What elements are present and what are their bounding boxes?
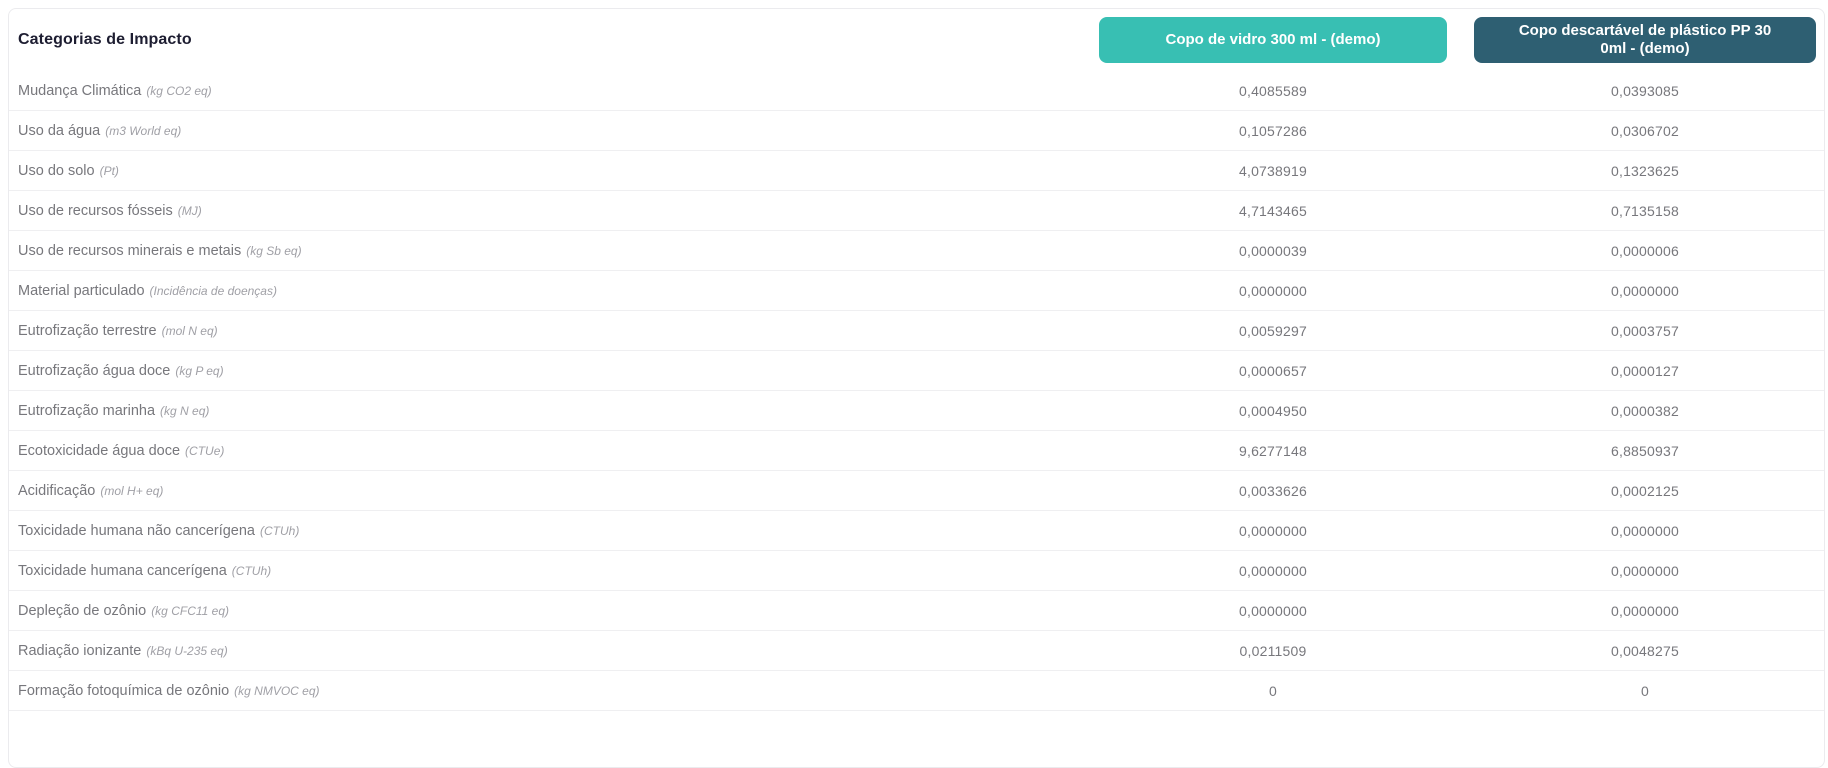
impact-category-unit: (Incidência de doenças) xyxy=(149,283,277,298)
impact-category-unit: (m3 World eq) xyxy=(105,123,182,138)
impact-category-unit: (Pt) xyxy=(99,163,119,178)
impact-category-label: Radiação ionizante xyxy=(18,642,142,659)
impact-category-label: Eutrofização água doce xyxy=(18,362,171,379)
product-1-value: 0,1057286 xyxy=(1239,122,1307,139)
impact-category-label: Toxicidade humana não cancerígena xyxy=(18,522,255,539)
product-2-value: 0,0000006 xyxy=(1611,242,1679,259)
impact-category-unit: (kg P eq) xyxy=(175,363,224,378)
impact-category-label: Ecotoxicidade água doce xyxy=(18,442,181,459)
product-2-value: 0,0002125 xyxy=(1611,482,1679,499)
impact-category-unit: (kg NMVOC eq) xyxy=(234,683,320,698)
product-1-value: 0,0000039 xyxy=(1239,242,1307,259)
product-1-value: 0,0000000 xyxy=(1239,282,1307,299)
product-2-value: 0,0048275 xyxy=(1611,642,1679,659)
impact-category-label: Eutrofização marinha xyxy=(18,402,156,419)
impact-category-label: Uso do solo xyxy=(18,162,95,179)
impact-category-label: Uso da água xyxy=(18,122,101,139)
impact-table-row: Uso de recursos minerais e metais (kg Sb … xyxy=(9,231,1824,271)
product-2-value: 0,0393085 xyxy=(1611,82,1679,99)
impact-category-label: Eutrofização terrestre xyxy=(18,322,157,339)
table-header-row: Categorias de Impacto Copo de vidro 300 … xyxy=(9,9,1824,71)
impact-category-unit: (CTUe) xyxy=(185,443,225,458)
product-1-value: 0,0033626 xyxy=(1239,482,1307,499)
product-2-value: 0 xyxy=(1641,682,1649,699)
product-column-button-1[interactable]: Copo de vidro 300 ml - (demo) xyxy=(1099,17,1447,63)
product-1-value: 0,0000000 xyxy=(1239,602,1307,619)
impact-category-unit: (mol H+ eq) xyxy=(100,483,164,498)
impact-table-row: Toxicidade humana cancerígena (CTUh) 0,00… xyxy=(9,551,1824,591)
impact-category-unit: (MJ) xyxy=(177,203,202,218)
impact-category-unit: (CTUh) xyxy=(260,523,300,538)
impact-categories-title: Categorias de Impacto xyxy=(18,31,192,48)
impact-table-row: Eutrofização água doce (kg P eq) 0,000065… xyxy=(9,351,1824,391)
impact-table-row: Ecotoxicidade água doce (CTUe) 9,6277148 … xyxy=(9,431,1824,471)
product-1-value: 0,0004950 xyxy=(1239,402,1307,419)
impact-category-label: Depleção de ozônio xyxy=(18,602,147,619)
impact-category-label: Uso de recursos fósseis xyxy=(18,202,173,219)
impact-table-row: Toxicidade humana não cancerígena (CTUh) … xyxy=(9,511,1824,551)
impact-table-row: Formação fotoquímica de ozônio (kg NMVOC … xyxy=(9,671,1824,711)
product-1-value: 0,0000000 xyxy=(1239,562,1307,579)
impact-table-row: Material particulado (Incidência de doenç… xyxy=(9,271,1824,311)
product-2-value: 0,0000000 xyxy=(1611,602,1679,619)
impact-category-label: Formação fotoquímica de ozônio xyxy=(18,682,230,699)
product-2-value: 0,0000382 xyxy=(1611,402,1679,419)
product-column-label-line: Copo descartável de plástico PP 30 xyxy=(1518,21,1772,39)
impact-table-row: Uso da água (m3 World eq) 0,1057286 0,030… xyxy=(9,111,1824,151)
impact-category-unit: (CTUh) xyxy=(231,563,272,578)
impact-table-row: Uso de recursos fósseis (MJ) 4,7143465 0,… xyxy=(9,191,1824,231)
product-2-value: 0,0000000 xyxy=(1611,522,1679,539)
impact-category-unit: (kBq U-235 eq) xyxy=(146,643,228,658)
product-1-value: 0,0000000 xyxy=(1239,522,1307,539)
impact-category-label: Material particulado xyxy=(18,282,145,299)
product-column-label-line: Copo de vidro 300 ml - (demo) xyxy=(1165,30,1381,48)
product-2-value: 0,1323625 xyxy=(1611,162,1679,179)
impact-table-row: Depleção de ozônio (kg CFC11 eq) 0,000000… xyxy=(9,591,1824,631)
product-1-value: 0 xyxy=(1269,682,1277,699)
product-2-value: 0,7135158 xyxy=(1611,202,1679,219)
impact-category-unit: (mol N eq) xyxy=(161,323,218,338)
product-1-value: 0,0211509 xyxy=(1239,642,1307,659)
product-2-value: 0,0000000 xyxy=(1611,282,1679,299)
impact-category-unit: (kg CFC11 eq) xyxy=(151,603,229,618)
product-2-value: 0,0003757 xyxy=(1611,322,1679,339)
product-2-value: 0,0000000 xyxy=(1611,562,1679,579)
impact-category-label: Uso de recursos minerais e metais xyxy=(18,242,242,259)
impact-table-row: Eutrofização terrestre (mol N eq) 0,00592… xyxy=(9,311,1824,351)
product-1-value: 4,7143465 xyxy=(1239,202,1307,219)
impact-category-unit: (kg Sb eq) xyxy=(246,243,302,258)
impact-rows-container: Mudança Climática (kg CO2 eq) 0,4085589 0… xyxy=(9,71,1824,711)
impact-category-label: Toxicidade humana cancerígena xyxy=(18,562,227,579)
product-column-button-2[interactable]: Copo descartável de plástico PP 30 0ml - … xyxy=(1474,17,1816,63)
product-1-value: 0,4085589 xyxy=(1239,82,1307,99)
impact-category-label: Acidificação xyxy=(18,482,96,499)
impact-table-row: Acidificação (mol H+ eq) 0,0033626 0,0002… xyxy=(9,471,1824,511)
impact-comparison-card: Categorias de Impacto Copo de vidro 300 … xyxy=(8,8,1825,768)
impact-table-row: Radiação ionizante (kBq U-235 eq) 0,02115… xyxy=(9,631,1824,671)
impact-category-label: Mudança Climática xyxy=(18,82,142,99)
impact-category-unit: (kg CO2 eq) xyxy=(146,83,212,98)
product-1-value: 0,0059297 xyxy=(1239,322,1307,339)
product-2-value: 6,8850937 xyxy=(1611,442,1679,459)
impact-category-unit: (kg N eq) xyxy=(160,403,210,418)
impact-table-row: Uso do solo (Pt) 4,0738919 0,1323625 xyxy=(9,151,1824,191)
product-2-value: 0,0306702 xyxy=(1611,122,1679,139)
product-1-value: 0,0000657 xyxy=(1239,362,1307,379)
product-1-value: 4,0738919 xyxy=(1239,162,1307,179)
impact-table-row: Eutrofização marinha (kg N eq) 0,0004950 … xyxy=(9,391,1824,431)
product-column-label-line: 0ml - (demo) xyxy=(1600,40,1690,57)
product-1-value: 9,6277148 xyxy=(1239,442,1307,459)
product-2-value: 0,0000127 xyxy=(1611,362,1679,379)
impact-table-row: Mudança Climática (kg CO2 eq) 0,4085589 0… xyxy=(9,71,1824,111)
